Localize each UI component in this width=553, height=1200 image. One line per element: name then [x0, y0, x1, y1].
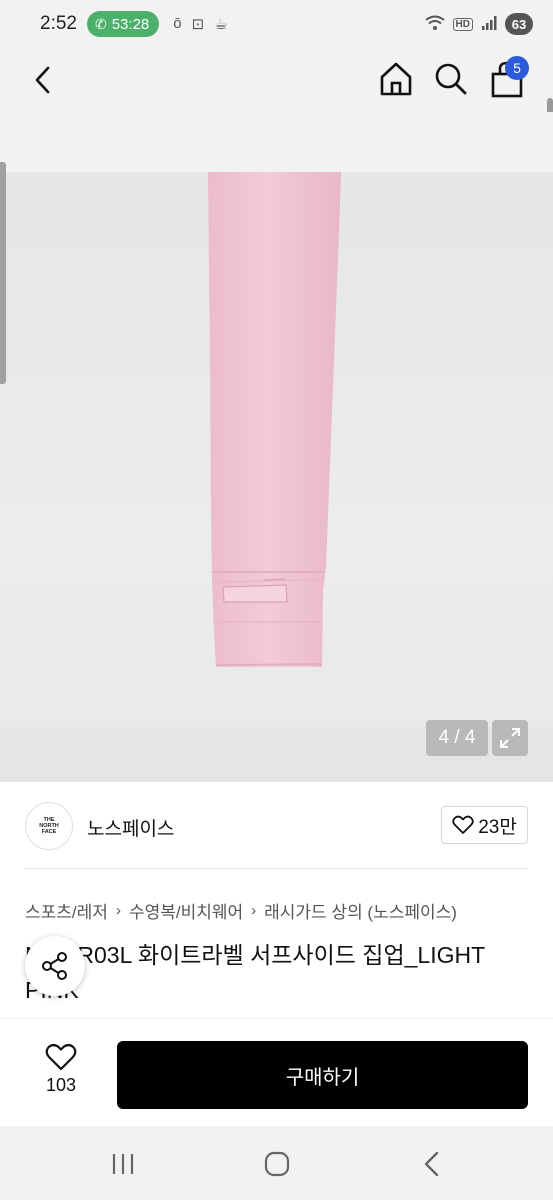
expand-image-button[interactable] [492, 720, 528, 756]
hd-voice-badge: HD [452, 17, 473, 31]
cart-count-badge: 5 [505, 56, 529, 80]
search-button[interactable] [433, 60, 469, 98]
system-navigation-bar [0, 1126, 553, 1200]
status-bar: 2:52 ✆ 53:28 ō ⊡ ☕ HD 63 [0, 0, 553, 48]
battery-indicator: 63 [505, 13, 533, 35]
chevron-right-icon: › [115, 902, 121, 919]
top-navigation: 5 [0, 48, 553, 168]
brand-logo[interactable]: THE NORTH FACE [25, 802, 73, 850]
buy-button[interactable]: 구매하기 [117, 1041, 528, 1109]
cart-button[interactable]: 5 [489, 56, 529, 100]
share-button[interactable] [25, 936, 85, 996]
heart-icon [452, 815, 474, 834]
home-circle-icon [264, 1151, 290, 1177]
divider [25, 868, 528, 869]
recent-apps-icon [112, 1154, 134, 1174]
bottom-action-bar: 103 구매하기 [0, 1018, 553, 1126]
brand-like-button[interactable]: 23만 [441, 806, 528, 844]
product-image [208, 172, 341, 667]
breadcrumb-item-sports[interactable]: 스포츠/레저 [25, 898, 108, 923]
chevron-right-icon: › [251, 902, 257, 919]
home-button[interactable] [378, 60, 414, 98]
wishlist-button[interactable]: 103 [28, 1043, 94, 1096]
recent-apps-button[interactable] [103, 1148, 143, 1180]
brand-like-count: 23만 [478, 816, 517, 838]
screenshot-icon: ⊡ [191, 16, 205, 33]
system-indicators: HD 63 [424, 13, 533, 35]
breadcrumb-item-rashguard[interactable]: 래시가드 상의 (노스페이스) [264, 898, 457, 923]
share-icon [42, 952, 67, 980]
status-time: 2:52 [40, 13, 77, 34]
signal-icon [481, 15, 497, 34]
home-icon [380, 62, 412, 96]
back-arrow-icon [424, 1151, 439, 1177]
coffee-icon: ☕ [214, 16, 228, 33]
brand-logo-text-3: FACE [41, 829, 57, 835]
home-system-button[interactable] [257, 1148, 297, 1180]
phone-icon: ✆ [94, 15, 107, 32]
search-icon [435, 63, 467, 95]
notification-app-icon: ō [173, 15, 182, 32]
ongoing-call-pill[interactable]: ✆ 53:28 [86, 11, 160, 37]
brand-row: THE NORTH FACE 노스페이스 23만 [0, 782, 553, 870]
chevron-left-icon [35, 66, 50, 94]
back-button[interactable] [26, 62, 62, 98]
product-image-gallery[interactable]: 4 / 4 [0, 112, 553, 782]
product-title: NJ5JR03L 화이트라벨 서프사이드 집업_LIGHT PINK [25, 942, 485, 1003]
call-timer: 53:28 [111, 15, 150, 33]
heart-icon [45, 1043, 77, 1071]
product-detail-screen: 2:52 ✆ 53:28 ō ⊡ ☕ HD 63 5 4 / 4 THE NOR… [0, 0, 553, 1200]
image-counter: 4 / 4 [426, 720, 488, 756]
notification-icons: ō ⊡ ☕ [173, 15, 227, 33]
breadcrumb-item-swimwear[interactable]: 수영복/비치웨어 [129, 898, 243, 923]
breadcrumb: 스포츠/레저 › 수영복/비치웨어 › 래시가드 상의 (노스페이스) [25, 898, 457, 923]
expand-icon [500, 728, 520, 748]
brand-name-link[interactable]: 노스페이스 [87, 814, 174, 841]
system-back-button[interactable] [412, 1148, 452, 1180]
wifi-icon [424, 15, 445, 34]
wishlist-count: 103 [45, 1075, 77, 1095]
